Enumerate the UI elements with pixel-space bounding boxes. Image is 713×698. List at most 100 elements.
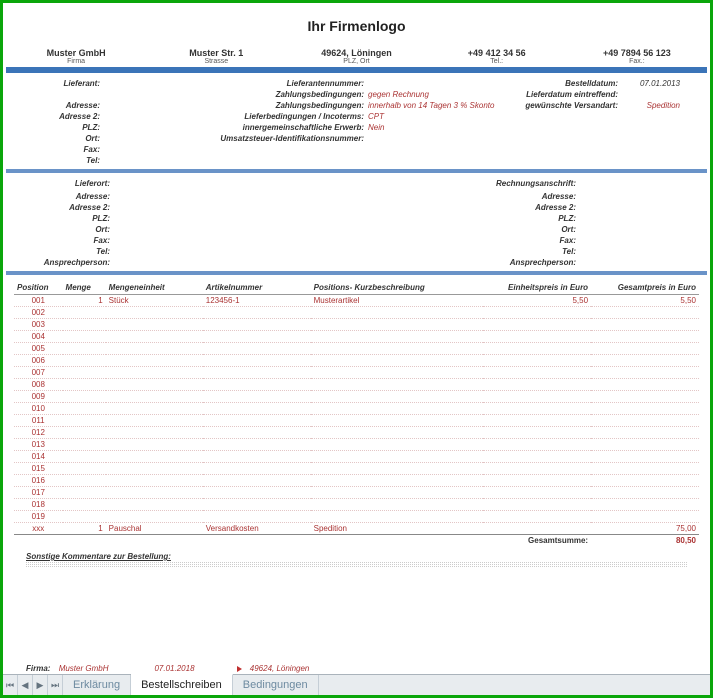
cell[interactable]: 123456-1	[203, 295, 311, 307]
cell[interactable]	[63, 307, 106, 319]
cell[interactable]	[483, 379, 591, 391]
cell[interactable]	[63, 451, 106, 463]
cell[interactable]	[311, 415, 484, 427]
cell[interactable]: 006	[14, 355, 63, 367]
cell[interactable]	[106, 415, 203, 427]
cell[interactable]: 003	[14, 319, 63, 331]
cell[interactable]: Pauschal	[106, 523, 203, 535]
cell[interactable]	[203, 403, 311, 415]
cell[interactable]	[63, 427, 106, 439]
cell[interactable]	[591, 415, 699, 427]
cell[interactable]: Spedition	[311, 523, 484, 535]
cell[interactable]	[311, 391, 484, 403]
cell[interactable]	[483, 523, 591, 535]
cell[interactable]: 019	[14, 511, 63, 523]
cell[interactable]	[591, 319, 699, 331]
cell[interactable]	[63, 403, 106, 415]
cell[interactable]	[203, 355, 311, 367]
cell[interactable]	[63, 355, 106, 367]
cell[interactable]	[63, 367, 106, 379]
cell[interactable]: 013	[14, 439, 63, 451]
cell[interactable]	[106, 391, 203, 403]
cell[interactable]: 008	[14, 379, 63, 391]
cell[interactable]	[311, 355, 484, 367]
cell[interactable]	[483, 499, 591, 511]
cell[interactable]	[483, 415, 591, 427]
cell[interactable]	[591, 331, 699, 343]
cell[interactable]: 009	[14, 391, 63, 403]
cell[interactable]	[106, 451, 203, 463]
cell[interactable]	[311, 439, 484, 451]
cell[interactable]	[106, 475, 203, 487]
cell[interactable]: 5,50	[591, 295, 699, 307]
cell[interactable]	[203, 307, 311, 319]
cell[interactable]	[106, 427, 203, 439]
cell[interactable]	[591, 367, 699, 379]
cell[interactable]	[106, 487, 203, 499]
cell[interactable]	[106, 367, 203, 379]
cell[interactable]	[203, 415, 311, 427]
cell[interactable]: 5,50	[483, 295, 591, 307]
tab-bestellschreiben[interactable]: Bestellschreiben	[131, 674, 233, 695]
cell[interactable]	[591, 463, 699, 475]
cell[interactable]	[203, 487, 311, 499]
cell[interactable]	[63, 343, 106, 355]
cell[interactable]	[203, 451, 311, 463]
cell[interactable]: Stück	[106, 295, 203, 307]
cell[interactable]	[311, 427, 484, 439]
cell[interactable]	[106, 355, 203, 367]
cell[interactable]	[203, 367, 311, 379]
cell[interactable]	[591, 511, 699, 523]
cell[interactable]	[106, 463, 203, 475]
cell[interactable]	[203, 331, 311, 343]
cell[interactable]	[106, 379, 203, 391]
cell[interactable]	[591, 475, 699, 487]
cell[interactable]	[203, 475, 311, 487]
cell[interactable]	[311, 475, 484, 487]
cell[interactable]	[483, 343, 591, 355]
cell[interactable]	[106, 343, 203, 355]
cell[interactable]	[106, 403, 203, 415]
cell[interactable]: 011	[14, 415, 63, 427]
cell[interactable]	[311, 343, 484, 355]
cell[interactable]	[63, 331, 106, 343]
cell[interactable]	[203, 379, 311, 391]
cell[interactable]	[106, 307, 203, 319]
cell[interactable]	[311, 487, 484, 499]
cell[interactable]: 017	[14, 487, 63, 499]
cell[interactable]	[106, 499, 203, 511]
cell[interactable]	[63, 463, 106, 475]
cell[interactable]	[591, 451, 699, 463]
cell[interactable]	[203, 439, 311, 451]
cell[interactable]	[591, 427, 699, 439]
cell[interactable]: 75,00	[591, 523, 699, 535]
cell[interactable]: 010	[14, 403, 63, 415]
cell[interactable]	[311, 379, 484, 391]
cell[interactable]: 012	[14, 427, 63, 439]
cell[interactable]: 1	[63, 523, 106, 535]
cell[interactable]	[203, 427, 311, 439]
cell[interactable]	[483, 355, 591, 367]
cell[interactable]	[63, 499, 106, 511]
tab-nav-prev[interactable]: ◀	[18, 675, 33, 695]
cell[interactable]	[63, 487, 106, 499]
cell[interactable]	[483, 439, 591, 451]
cell[interactable]	[106, 439, 203, 451]
cell[interactable]: 014	[14, 451, 63, 463]
cell[interactable]: Musterartikel	[311, 295, 484, 307]
cell[interactable]	[591, 499, 699, 511]
cell[interactable]	[63, 439, 106, 451]
cell[interactable]	[311, 511, 484, 523]
cell[interactable]	[591, 343, 699, 355]
cell[interactable]	[591, 439, 699, 451]
cell[interactable]	[311, 463, 484, 475]
cell[interactable]	[591, 391, 699, 403]
cell[interactable]	[203, 511, 311, 523]
cell[interactable]	[203, 391, 311, 403]
cell[interactable]	[63, 415, 106, 427]
cell[interactable]	[311, 319, 484, 331]
cell[interactable]	[311, 403, 484, 415]
cell[interactable]	[591, 355, 699, 367]
cell[interactable]	[311, 451, 484, 463]
cell[interactable]	[483, 451, 591, 463]
